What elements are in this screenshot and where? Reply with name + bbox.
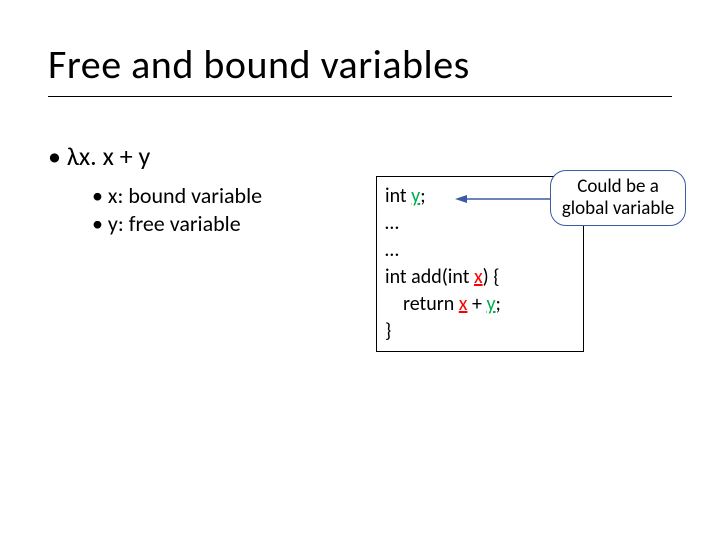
code-line-2: …: [385, 210, 575, 237]
tok: int add(int: [385, 265, 474, 289]
bullet-y-free: • y: free variable: [92, 210, 241, 237]
bullet-lambda-expr: • λx. x + y: [48, 140, 150, 172]
code-line-5: return x + y;: [385, 291, 575, 318]
bullet-x-bound: • x: bound variable: [92, 182, 262, 209]
tok: ;: [496, 292, 501, 316]
code-line-1: int y;: [385, 183, 575, 210]
callout-line-1: Could be a: [577, 175, 659, 198]
tok: return: [403, 292, 459, 316]
callout-line-2: global variable: [562, 197, 674, 220]
tok-x: x: [474, 265, 483, 289]
tok-y: y: [486, 292, 495, 316]
slide-title: Free and bound variables: [48, 40, 470, 89]
tok: ) {: [483, 265, 500, 289]
tok: int: [385, 184, 411, 208]
tok: ;: [420, 184, 425, 208]
code-line-6: }: [385, 318, 575, 345]
title-underline: [48, 96, 672, 97]
callout-global-variable: Could be a global variable: [550, 170, 686, 226]
code-line-3: …: [385, 237, 575, 264]
tok-y: y: [411, 184, 420, 208]
code-line-4: int add(int x) {: [385, 264, 575, 291]
tok: +: [467, 292, 486, 316]
